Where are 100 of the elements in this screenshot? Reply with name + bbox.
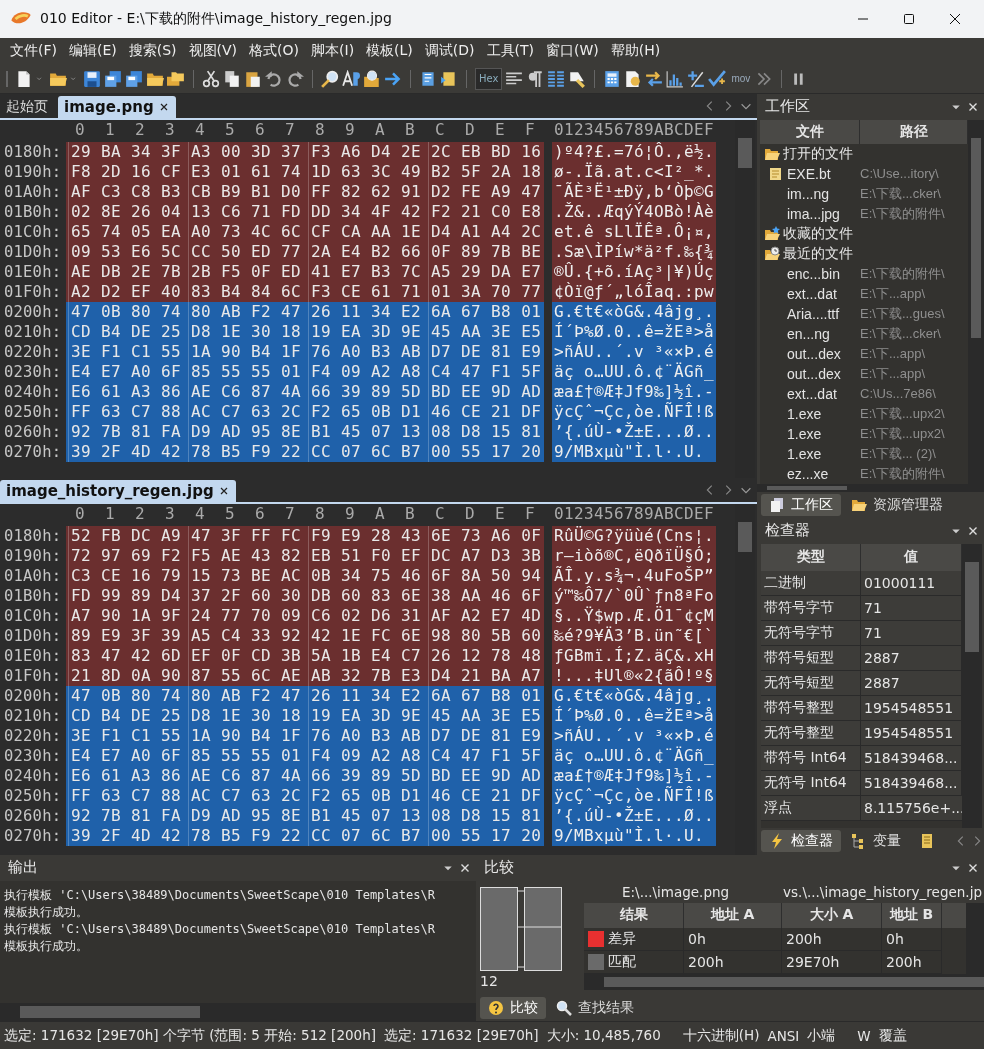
hex-mode-button[interactable]: Hex bbox=[475, 67, 503, 90]
ascii-text[interactable]: §..Ÿ$wp.Æ.Ö1¯¢çM bbox=[552, 605, 716, 626]
file-tab[interactable]: image_history_regen.jpg bbox=[0, 479, 236, 502]
column-header[interactable]: 地址 A bbox=[684, 902, 782, 928]
ascii-text[interactable]: 9/MBxµù"Ì.l·.U. bbox=[552, 441, 716, 462]
file-name[interactable]: 1.exe bbox=[787, 405, 857, 422]
menu-item[interactable]: 模板(L) bbox=[360, 40, 419, 63]
ascii-text[interactable]: 9/MBxµù"Ì.l·.U. bbox=[552, 825, 716, 846]
hex-bytes[interactable]: 92 7B 81 FA D9 AD 95 8E B1 45 07 13 08 D8 15 81 bbox=[66, 421, 544, 442]
redo-icon[interactable] bbox=[286, 69, 304, 88]
ascii-text[interactable]: RûÜ©G?ÿüùé(Cns¦. bbox=[552, 525, 716, 546]
histogram-icon[interactable] bbox=[666, 69, 685, 88]
hex-bytes[interactable]: A7 90 1A 9F 24 77 70 09 C6 02 D6 31 AF A2 E7 4D bbox=[66, 605, 544, 626]
ascii-text[interactable]: ‰é?9¥Ä3’B.ün˜€[` bbox=[552, 625, 716, 646]
panel-tab[interactable]: 查找结果 bbox=[548, 997, 642, 1020]
template-icon[interactable] bbox=[419, 69, 437, 88]
save-as-icon[interactable] bbox=[104, 69, 122, 88]
file-name[interactable]: out...dex bbox=[787, 345, 857, 362]
ascii-text[interactable]: ý™‰Ô7/`0Û`ƒn8ªFo bbox=[552, 585, 716, 606]
hex-bytes[interactable]: 3E F1 C1 55 1A 90 B4 1F 76 A0 B3 AB D7 DE 81 E9 bbox=[66, 725, 544, 746]
hex-bytes[interactable]: 92 7B 81 FA D9 AD 95 8E B1 45 07 13 08 D8 15 81 bbox=[66, 805, 544, 826]
ascii-text[interactable]: G.€t€«òG&.4âjg¸. bbox=[552, 301, 716, 322]
file-name[interactable]: ez...xe bbox=[787, 465, 857, 482]
file-name[interactable]: out...dex bbox=[787, 365, 857, 382]
ascii-text[interactable]: ƒGBmï.Í;Z.äÇ&.xH bbox=[552, 645, 716, 666]
hex-bytes[interactable]: 47 0B 80 74 80 AB F2 47 26 11 34 E2 6A 67 B8 01 bbox=[66, 685, 544, 706]
horizontal-scrollbar[interactable] bbox=[757, 483, 984, 492]
hex-bytes[interactable]: 3E F1 C1 55 1A 90 B4 1F 76 A0 B3 AB D7 DE 81 E9 bbox=[66, 341, 544, 362]
hex-bytes[interactable]: 72 97 69 F2 F5 AE 43 82 EB 51 F0 EF DC A7 D3 3B bbox=[66, 545, 544, 566]
panel-tab[interactable]: 资源管理器 bbox=[843, 493, 951, 516]
hex-bytes[interactable]: 29 BA 34 3F A3 00 3D 37 F3 A6 D4 2E 2C EB BD 16 bbox=[66, 141, 544, 162]
ascii-text[interactable]: .Sæ\ÌPíw*ä²f.‰{¾ bbox=[552, 241, 716, 262]
vertical-scrollbar[interactable] bbox=[968, 119, 984, 484]
horizontal-scrollbar[interactable] bbox=[0, 1003, 476, 1022]
copy-icon[interactable] bbox=[223, 69, 241, 88]
save-icon[interactable] bbox=[83, 69, 101, 88]
ascii-text[interactable]: r—iòõ®C‚ëQðïÜ§Ó; bbox=[552, 545, 716, 566]
ascii-text[interactable]: ’{.úÙ-•Ž±E...Ø.. bbox=[552, 805, 716, 826]
menu-item[interactable]: 视图(V) bbox=[182, 40, 244, 63]
menu-item[interactable]: 搜索(S) bbox=[122, 40, 183, 63]
hex-bytes[interactable]: FD 99 89 D4 37 2F 60 30 DB 60 83 6E 38 AA 46 6F bbox=[66, 585, 544, 606]
file-tab[interactable]: image.png bbox=[58, 95, 176, 118]
menu-item[interactable]: 窗口(W) bbox=[540, 40, 605, 63]
ascii-text[interactable]: et.ê sLlÏÊª.Ô¡¤, bbox=[552, 221, 716, 242]
checkmark-icon[interactable] bbox=[708, 69, 727, 88]
scissors-icon[interactable] bbox=[202, 69, 220, 88]
tree-group[interactable]: 打开的文件 bbox=[783, 144, 853, 163]
new-file-icon[interactable] bbox=[15, 69, 33, 88]
vertical-scrollbar[interactable] bbox=[966, 902, 984, 974]
panel-tab[interactable]: 工作区 bbox=[761, 493, 841, 516]
ascii-text[interactable]: ÃÎ.y.s¾¬.4uFoŠP” bbox=[552, 565, 716, 586]
ascii-text[interactable]: ¯ÃÈ³Ë¹±Ðÿ‚b‘Òþ©G bbox=[552, 181, 716, 202]
hex-bytes[interactable]: 89 E9 3F 39 A5 C4 33 92 42 1E FC 6E 98 80 5B 60 bbox=[66, 625, 544, 646]
file-name[interactable]: Aria....ttf bbox=[787, 305, 857, 322]
panel-tab[interactable]: 变量 bbox=[843, 829, 909, 852]
hex-bytes[interactable]: CD B4 DE 25 D8 1E 30 18 19 EA 3D 9E 45 AA 3E E5 bbox=[66, 705, 544, 726]
ascii-text[interactable]: Í´Þ%Ø.0..ê=žEª>å bbox=[552, 705, 716, 726]
vertical-scrollbar[interactable] bbox=[962, 543, 982, 828]
file-tab[interactable]: 起始页 bbox=[0, 95, 54, 118]
find-in-files-icon[interactable] bbox=[363, 69, 381, 88]
file-name[interactable]: 1.exe bbox=[787, 425, 857, 442]
plus-minus-icon[interactable] bbox=[687, 69, 706, 88]
hex-bytes[interactable]: 47 0B 80 74 80 AB F2 47 26 11 34 E2 6A 67 B8 01 bbox=[66, 301, 544, 322]
hex-bytes[interactable]: FF 63 C7 88 AC C7 63 2C F2 65 0B D1 46 CE 21 DF bbox=[66, 785, 544, 806]
file-name[interactable]: ext...dat bbox=[787, 385, 857, 402]
ascii-text[interactable]: Í´Þ%Ø.0..ê=žEª>å bbox=[552, 321, 716, 342]
ascii-text[interactable]: !...‡Ul®«2{ãÔ!º§ bbox=[552, 665, 716, 686]
hex-bytes[interactable]: AF C3 C8 B3 CB B9 B1 D0 FF 82 62 91 D2 FE A9 47 bbox=[66, 181, 544, 202]
ascii-text[interactable]: .Ž&..ÆqýÝ4OBò!Àè bbox=[552, 201, 716, 222]
pilcrow-icon[interactable] bbox=[526, 69, 545, 88]
menu-item[interactable]: 格式(O) bbox=[243, 40, 306, 63]
hex-bytes[interactable]: 83 47 42 6D EF 0F CD 3B 5A 1B E4 C7 26 12 78 48 bbox=[66, 645, 544, 666]
ascii-text[interactable]: äç o…UU.ô.¢¨ÄGñ_ bbox=[552, 361, 716, 382]
columns-icon[interactable] bbox=[547, 69, 566, 88]
hex-bytes[interactable]: 39 2F 4D 42 78 B5 F9 22 CC 07 6C B7 00 55 17 20 bbox=[66, 441, 544, 462]
result-label[interactable]: 匹配 bbox=[608, 952, 636, 971]
ascii-text[interactable]: æa£†®Æ‡Jf9‰]½î.- bbox=[552, 765, 716, 786]
column-header[interactable]: 地址 B bbox=[882, 902, 942, 928]
hex-bytes[interactable]: 65 74 05 EA A0 73 4C 6C CF CA AA 1E D4 A1 A4 2C bbox=[66, 221, 544, 242]
search-icon[interactable] bbox=[321, 69, 339, 88]
paste-icon[interactable] bbox=[244, 69, 262, 88]
hex-bytes[interactable]: E4 E7 A0 6F 85 55 55 01 F4 09 A2 A8 C4 47 F1 5F bbox=[66, 361, 544, 382]
file-name[interactable]: ext...dat bbox=[787, 285, 857, 302]
menu-item[interactable]: 工具(T) bbox=[480, 40, 541, 63]
ascii-text[interactable]: ÿcÇˆ¬Çc,òe.ÑFÎ!ß bbox=[552, 785, 716, 806]
ascii-text[interactable]: ®Û.{+õ.íAç³|¥)Úç bbox=[552, 261, 716, 282]
save-all-icon[interactable] bbox=[125, 69, 143, 88]
ascii-text[interactable]: )º4?£.=7ó¦Ô.,ë½. bbox=[552, 141, 716, 162]
menu-item[interactable]: 脚本(I) bbox=[305, 40, 361, 63]
ascii-text[interactable]: ø-.Ïã.at.c<I²_*. bbox=[552, 161, 716, 182]
column-header[interactable]: 文件 bbox=[760, 119, 860, 144]
menu-item[interactable]: 帮助(H) bbox=[604, 40, 667, 63]
ascii-text[interactable]: ’{.úÙ-•Ž±E...Ø.. bbox=[552, 421, 716, 442]
hex-bytes[interactable]: CD B4 DE 25 D8 1E 30 18 19 EA 3D 9E 45 AA 3E E5 bbox=[66, 321, 544, 342]
replace-icon[interactable] bbox=[342, 69, 360, 88]
ascii-text[interactable]: ÿcÇˆ¬Çc,òe.ÑFÎ!ß bbox=[552, 401, 716, 422]
hex-bytes[interactable]: 21 8D 0A 90 87 55 6C AE AB 32 7B E3 D4 21 BA A7 bbox=[66, 665, 544, 686]
column-header[interactable]: 结果 bbox=[584, 902, 684, 928]
menu-item[interactable]: 编辑(E) bbox=[63, 40, 123, 63]
column-header[interactable]: 大小 A bbox=[782, 902, 882, 928]
